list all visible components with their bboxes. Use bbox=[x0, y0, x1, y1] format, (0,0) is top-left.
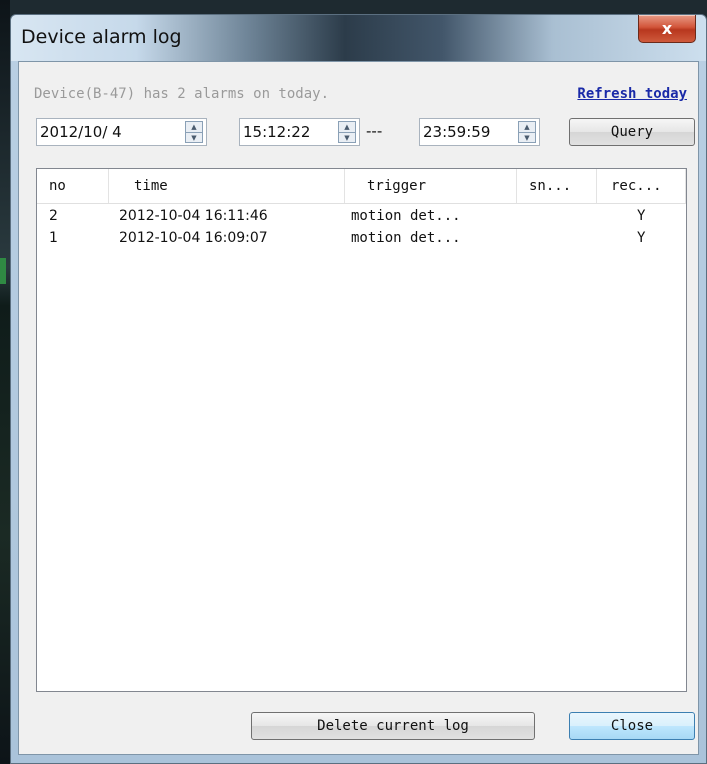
time-range-separator: --- bbox=[366, 122, 383, 140]
close-window-button[interactable]: x bbox=[638, 15, 696, 43]
column-header-trigger[interactable]: trigger bbox=[345, 169, 517, 203]
column-header-sn[interactable]: sn... bbox=[517, 169, 597, 203]
background-desktop bbox=[0, 0, 10, 764]
cell-no: 2 bbox=[49, 208, 58, 224]
date-spinner[interactable]: ▲ ▼ bbox=[185, 121, 203, 143]
refresh-today-link[interactable]: Refresh today bbox=[577, 86, 687, 102]
column-header-rec[interactable]: rec... bbox=[597, 169, 686, 203]
cell-time: 2012-10-04 16:11:46 bbox=[119, 208, 268, 224]
column-header-no[interactable]: no bbox=[37, 169, 109, 203]
column-header-time[interactable]: time bbox=[109, 169, 345, 203]
cell-rec: Y bbox=[637, 230, 646, 246]
down-arrow-icon[interactable]: ▼ bbox=[186, 133, 202, 143]
end-time-spinner[interactable]: ▲ ▼ bbox=[518, 121, 536, 143]
start-time-value: 15:12:22 bbox=[243, 123, 311, 141]
end-time-value: 23:59:59 bbox=[423, 123, 491, 141]
desktop-accent bbox=[0, 258, 6, 284]
alarm-log-dialog: Device alarm log x Device(B-47) has 2 al… bbox=[10, 14, 707, 764]
down-arrow-icon[interactable]: ▼ bbox=[339, 133, 355, 143]
dialog-body: Device(B-47) has 2 alarms on today. Refr… bbox=[18, 61, 699, 755]
list-header: no time trigger sn... rec... bbox=[37, 169, 686, 204]
date-value: 2012/10/ 4 bbox=[40, 123, 122, 141]
down-arrow-icon[interactable]: ▼ bbox=[519, 133, 535, 143]
title-bar[interactable]: Device alarm log x bbox=[11, 15, 706, 61]
date-picker[interactable]: 2012/10/ 4 ▲ ▼ bbox=[36, 118, 207, 146]
end-time-field[interactable]: 23:59:59 ▲ ▼ bbox=[419, 118, 540, 146]
alarm-summary-text: Device(B-47) has 2 alarms on today. bbox=[34, 86, 330, 102]
cell-trigger: motion det... bbox=[351, 208, 461, 224]
window-title: Device alarm log bbox=[21, 26, 182, 48]
start-time-field[interactable]: 15:12:22 ▲ ▼ bbox=[239, 118, 360, 146]
table-row[interactable]: 2 2012-10-04 16:11:46 motion det... Y bbox=[37, 205, 686, 227]
table-row[interactable]: 1 2012-10-04 16:09:07 motion det... Y bbox=[37, 227, 686, 249]
cell-time: 2012-10-04 16:09:07 bbox=[119, 230, 268, 246]
cell-no: 1 bbox=[49, 230, 58, 246]
up-arrow-icon[interactable]: ▲ bbox=[186, 122, 202, 133]
delete-current-log-button[interactable]: Delete current log bbox=[251, 712, 535, 740]
cell-rec: Y bbox=[637, 208, 646, 224]
query-button[interactable]: Query bbox=[569, 118, 695, 146]
close-button[interactable]: Close bbox=[569, 712, 695, 740]
alarm-list[interactable]: no time trigger sn... rec... 2 2012-10-0… bbox=[36, 168, 687, 692]
up-arrow-icon[interactable]: ▲ bbox=[519, 122, 535, 133]
cell-trigger: motion det... bbox=[351, 230, 461, 246]
start-time-spinner[interactable]: ▲ ▼ bbox=[338, 121, 356, 143]
up-arrow-icon[interactable]: ▲ bbox=[339, 122, 355, 133]
close-icon: x bbox=[661, 19, 673, 38]
